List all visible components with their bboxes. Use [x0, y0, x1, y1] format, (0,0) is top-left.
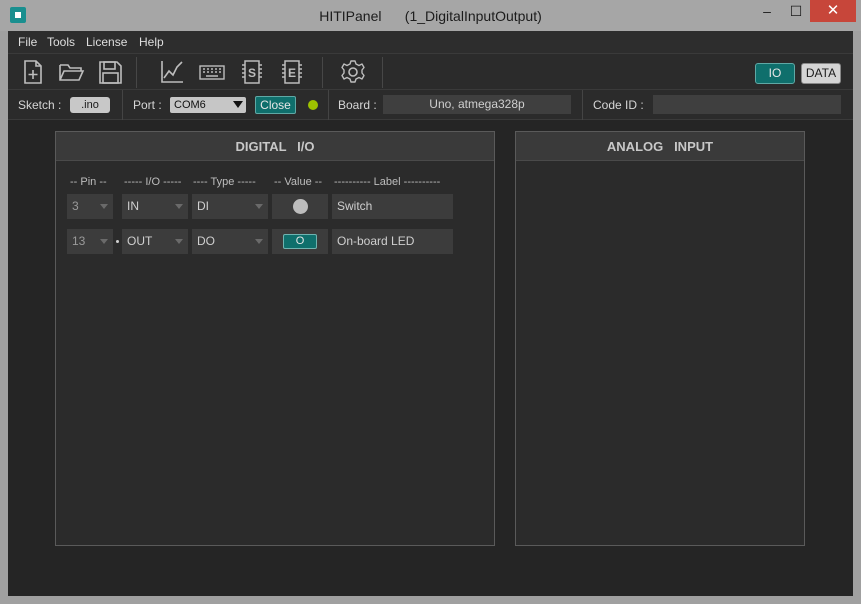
digital-io-title: DIGITAL I/O [56, 132, 494, 161]
serial-s-icon[interactable]: S [238, 58, 266, 86]
toolbar: S E IO DATA [8, 53, 853, 90]
window-title: HITIPanel (1_DigitalInputOutput) [319, 8, 542, 24]
chevron-down-icon [175, 204, 183, 209]
header-io: ----- I/O ----- [124, 176, 182, 188]
chevron-down-icon [255, 204, 263, 209]
maximize-button[interactable]: ☐ [782, 0, 810, 22]
header-type: ---- Type ----- [193, 176, 256, 188]
analog-input-title: ANALOG INPUT [516, 132, 804, 161]
menu-file[interactable]: File [18, 35, 37, 49]
io-select[interactable]: OUT [122, 229, 188, 254]
chevron-down-icon [100, 204, 108, 209]
board-label: Board : [338, 98, 377, 112]
code-id-label: Code ID : [593, 98, 644, 112]
minimize-button[interactable]: – [752, 0, 782, 22]
close-port-button[interactable]: Close [255, 96, 296, 114]
client-area: File Tools License Help S E IO DATA Sket… [8, 31, 853, 596]
toolbar-separator [136, 57, 137, 88]
label-field[interactable]: Switch [332, 194, 453, 219]
pin-select[interactable]: 13 [67, 229, 113, 254]
io-select[interactable]: IN [122, 194, 188, 219]
close-window-button[interactable]: ✕ [810, 0, 856, 22]
open-folder-icon[interactable] [57, 58, 85, 86]
app-window: HITIPanel (1_DigitalInputOutput) – ☐ ✕ F… [0, 0, 861, 604]
header-pin: -- Pin -- [70, 176, 107, 188]
menu-tools[interactable]: Tools [47, 35, 75, 49]
svg-text:E: E [288, 66, 296, 80]
svg-text:S: S [248, 66, 256, 80]
type-value: DO [197, 234, 215, 248]
pin-value: 3 [72, 199, 79, 213]
io-mode-button[interactable]: IO [755, 63, 795, 84]
chevron-down-icon [100, 239, 108, 244]
info-separator [122, 90, 123, 120]
sketch-label: Sketch : [18, 98, 62, 112]
digital-io-panel: DIGITAL I/O -- Pin -- ----- I/O ----- --… [55, 131, 495, 546]
keyboard-icon[interactable] [198, 58, 226, 86]
data-mode-button[interactable]: DATA [801, 63, 841, 84]
port-label: Port : [133, 98, 162, 112]
label-field[interactable]: On-board LED [332, 229, 453, 254]
port-value: COM6 [174, 99, 206, 111]
analog-input-panel: ANALOG INPUT [515, 131, 805, 546]
io-value: IN [127, 199, 139, 213]
row-marker [116, 240, 119, 243]
info-separator [328, 90, 329, 120]
toolbar-separator [382, 57, 383, 88]
menu-license[interactable]: License [86, 35, 127, 49]
sketch-ino-button[interactable]: .ino [70, 97, 110, 113]
chevron-down-icon [255, 239, 263, 244]
new-file-icon[interactable] [19, 58, 47, 86]
toolbar-separator [322, 57, 323, 88]
pin-select[interactable]: 3 [67, 194, 113, 219]
value-cell: O [272, 229, 328, 254]
header-value: -- Value -- [274, 176, 323, 188]
info-separator [582, 90, 583, 120]
save-icon[interactable] [96, 58, 124, 86]
chevron-down-icon [175, 239, 183, 244]
settings-gear-icon[interactable] [339, 58, 367, 86]
header-label: ---------- Label ---------- [334, 176, 441, 188]
output-toggle-button[interactable]: O [283, 234, 317, 249]
title-bar[interactable]: HITIPanel (1_DigitalInputOutput) – ☐ ✕ [0, 0, 861, 31]
chart-icon[interactable] [158, 58, 186, 86]
board-field: Uno, atmega328p [383, 95, 571, 114]
type-value: DI [197, 199, 209, 213]
eeprom-e-icon[interactable]: E [278, 58, 306, 86]
io-value: OUT [127, 234, 153, 248]
type-select[interactable]: DO [192, 229, 268, 254]
pin-value: 13 [72, 234, 86, 248]
connection-status-icon [308, 100, 318, 110]
connection-bar: Sketch : .ino Port : COM6 Close Board : … [8, 90, 853, 120]
input-state-led-icon [293, 199, 308, 214]
value-indicator [272, 194, 328, 219]
chevron-down-icon [233, 101, 243, 108]
port-select[interactable]: COM6 [170, 97, 246, 113]
type-select[interactable]: DI [192, 194, 268, 219]
code-id-field [653, 95, 841, 114]
menu-bar: File Tools License Help [8, 31, 853, 53]
menu-help[interactable]: Help [139, 35, 164, 49]
